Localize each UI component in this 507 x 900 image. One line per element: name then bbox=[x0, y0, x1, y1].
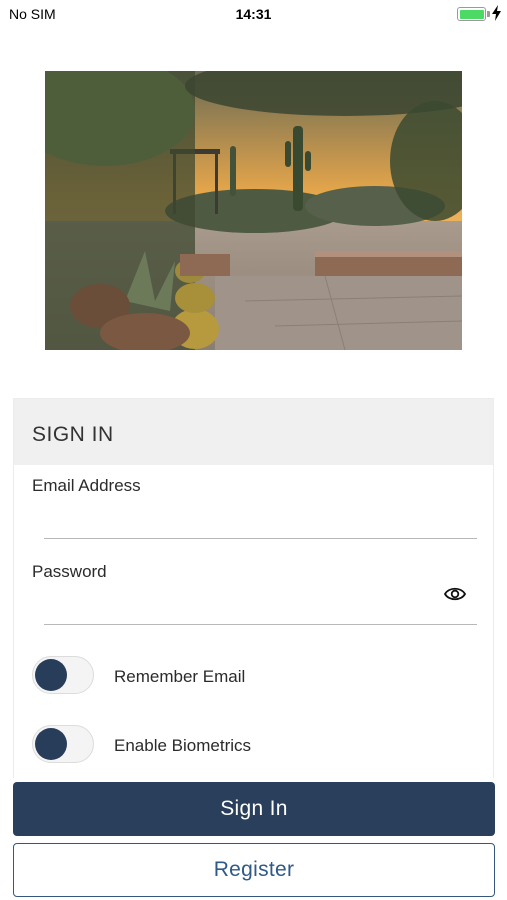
clock: 14:31 bbox=[235, 6, 272, 22]
enable-biometrics-label: Enable Biometrics bbox=[114, 736, 252, 755]
remember-email-toggle[interactable] bbox=[32, 656, 94, 694]
status-bar: No SIM 14:31 bbox=[0, 0, 507, 28]
password-field[interactable] bbox=[44, 595, 477, 625]
show-password-eye-icon[interactable] bbox=[444, 586, 466, 602]
sign-in-title: SIGN IN bbox=[14, 399, 493, 465]
charging-bolt-icon bbox=[492, 5, 501, 21]
email-label: Email Address bbox=[32, 476, 141, 495]
remember-email-label: Remember Email bbox=[114, 667, 246, 686]
sign-in-button[interactable]: Sign In bbox=[13, 782, 495, 836]
register-button[interactable]: Register bbox=[13, 843, 495, 897]
toggle-knob bbox=[35, 728, 67, 760]
battery-icon bbox=[457, 7, 486, 21]
password-label: Password bbox=[32, 562, 107, 581]
enable-biometrics-toggle[interactable] bbox=[32, 725, 94, 763]
sign-in-card: SIGN IN Email Address Password Remember … bbox=[13, 398, 494, 778]
email-field[interactable] bbox=[44, 509, 477, 539]
battery-tip bbox=[487, 11, 490, 17]
toggle-knob bbox=[35, 659, 67, 691]
hero-image bbox=[45, 71, 462, 350]
